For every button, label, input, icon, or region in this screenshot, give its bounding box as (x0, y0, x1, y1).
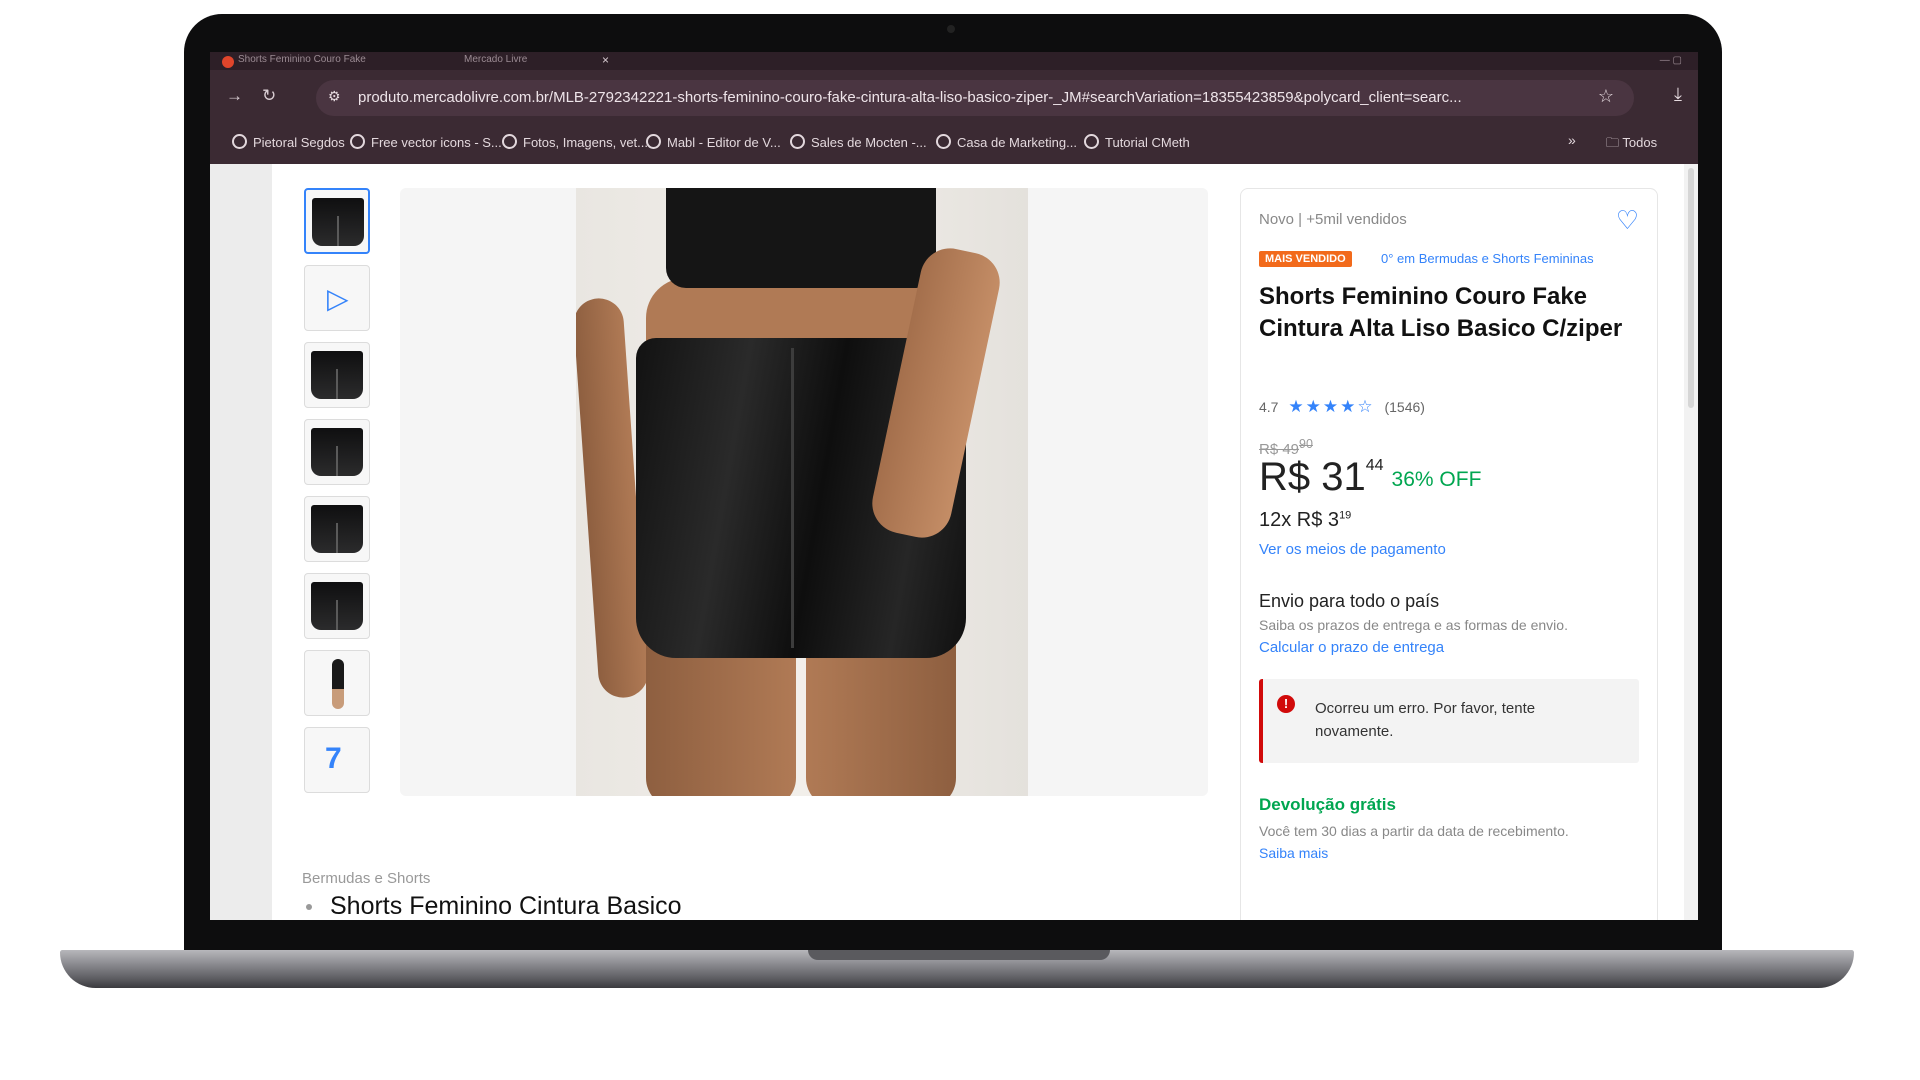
bookmark-item[interactable]: Mabl - Editor de V... (646, 134, 781, 150)
buy-box: Novo | +5mil vendidos ♡ MAIS VENDIDO 0° … (1240, 188, 1658, 920)
globe-icon (936, 134, 951, 149)
bookmark-item[interactable]: Pietoral Segdos (232, 134, 345, 150)
thumbnail-list: ▷ 7 (304, 188, 370, 804)
rating-value: 4.7 (1259, 399, 1279, 415)
close-icon[interactable]: × (602, 53, 609, 67)
play-icon: ▷ (327, 283, 349, 314)
current-price: R$ 3144 36% OFF (1259, 455, 1481, 500)
url-text[interactable]: produto.mercadolivre.com.br/MLB-27923422… (358, 89, 1538, 106)
forward-icon[interactable]: → (226, 86, 243, 106)
download-icon[interactable]: ⤓ (1674, 84, 1682, 105)
mercadolivre-favicon (222, 56, 234, 68)
site-info-icon[interactable]: ⚙ (328, 88, 341, 105)
globe-icon (790, 134, 805, 149)
calculate-shipping-link[interactable]: Calcular o prazo de entrega (1259, 639, 1444, 656)
favorite-heart-icon[interactable]: ♡ (1616, 205, 1639, 236)
bookmark-item[interactable]: Free vector icons - S... (350, 134, 502, 150)
price-main: R$ 31 (1259, 455, 1366, 499)
product-title: Shorts Feminino Couro Fake Cintura Alta … (1259, 283, 1623, 342)
free-return-subtitle: Você tem 30 dias a partir da data de rec… (1259, 823, 1569, 839)
tab-product[interactable]: Shorts Feminino Couro Fake (238, 54, 448, 70)
bookmark-label: Tutorial CMeth (1105, 135, 1190, 150)
shipping-title: Envio para todo o país (1259, 591, 1440, 611)
screen: Shorts Feminino Couro Fake Mercado Livre… (210, 52, 1698, 920)
condition-sales: Novo | +5mil vendidos (1259, 211, 1407, 228)
browser-chrome: Shorts Feminino Couro Fake Mercado Livre… (210, 52, 1698, 164)
bookmark-item[interactable]: Sales de Mocten -... (790, 134, 927, 150)
original-price-cents: 90 (1299, 437, 1313, 451)
thumbnail-5[interactable] (304, 496, 370, 562)
bookmark-star-icon[interactable]: ☆ (1598, 86, 1614, 107)
rating-count: (1546) (1384, 399, 1425, 415)
thumbnail-4[interactable] (304, 419, 370, 485)
installments: 12x R$ 319 (1259, 509, 1351, 532)
category-rank-link[interactable]: 0° em Bermudas e Shorts Femininas (1381, 251, 1594, 266)
rating-stars-icon: ★★★★☆ (1288, 397, 1375, 416)
installments-cents: 19 (1339, 509, 1352, 522)
rating-row[interactable]: 4.7 ★★★★☆ (1546) (1259, 397, 1425, 417)
nav-row: → ↻ ⚙ produto.mercadolivre.com.br/MLB-27… (210, 76, 1698, 120)
reload-icon[interactable]: ↻ (262, 86, 276, 106)
folder-label: Todos (1622, 135, 1658, 150)
thumbnail-more[interactable]: 7 (304, 727, 370, 793)
main-gallery[interactable] (400, 188, 1208, 796)
window-controls[interactable]: — ▢ (1660, 55, 1682, 66)
free-return-title: Devolução grátis (1259, 795, 1396, 814)
thumbnail-3[interactable] (304, 342, 370, 408)
page-margin (210, 164, 272, 920)
bookmark-label: Pietoral Segdos (253, 135, 345, 150)
error-icon: ! (1277, 695, 1295, 713)
video-icon (646, 134, 661, 149)
thumbnail-1[interactable] (304, 188, 370, 254)
best-seller-badge[interactable]: MAIS VENDIDO (1259, 251, 1352, 267)
error-alert: ! Ocorreu um erro. Por favor, tente nova… (1259, 679, 1639, 763)
price-cents: 44 (1365, 457, 1384, 474)
payment-methods-link[interactable]: Ver os meios de pagamento (1259, 541, 1446, 558)
tab-second[interactable]: Mercado Livre (464, 54, 594, 70)
bookmark-label: Fotos, Imagens, vet... (523, 135, 648, 150)
scrollbar-thumb[interactable] (1688, 168, 1694, 408)
discount-label: 36% OFF (1391, 468, 1482, 491)
laptop-notch (808, 950, 1110, 960)
product-photo[interactable] (576, 188, 1028, 796)
bookmarks-bar: Pietoral Segdos Free vector icons - S...… (210, 126, 1698, 158)
globe-icon (1084, 134, 1099, 149)
learn-more-link[interactable]: Saiba mais (1259, 845, 1328, 861)
globe-icon (232, 134, 247, 149)
thumbnail-7[interactable] (304, 650, 370, 716)
thumbnail-video[interactable]: ▷ (304, 265, 370, 331)
breadcrumb[interactable]: Bermudas e Shorts (302, 870, 430, 887)
bookmark-label: Sales de Mocten -... (811, 135, 927, 150)
description-title: Shorts Feminino Cintura Basico (330, 892, 682, 920)
bookmark-label: Free vector icons - S... (371, 135, 502, 150)
shipping-subtitle: Saiba os prazos de entrega e as formas d… (1259, 617, 1568, 633)
address-bar[interactable]: ⚙ produto.mercadolivre.com.br/MLB-279234… (316, 80, 1634, 116)
bookmark-item[interactable]: Fotos, Imagens, vet... (502, 134, 648, 150)
bookmark-item[interactable]: Tutorial CMeth (1084, 134, 1190, 150)
all-bookmarks-folder[interactable]: 🗀 Todos (1606, 134, 1657, 156)
thumbnail-6[interactable] (304, 573, 370, 639)
error-message: Ocorreu um erro. Por favor, tente novame… (1315, 700, 1536, 740)
camera (947, 25, 955, 33)
installments-main: 12x R$ 3 (1259, 509, 1340, 531)
bookmark-label: Casa de Marketing... (957, 135, 1077, 150)
globe-icon (502, 134, 517, 149)
product-page: ▷ 7 Bermudas e Shorts Shorts Feminino Ci… (210, 164, 1698, 920)
scrollbar-track[interactable] (1684, 164, 1698, 920)
bookmarks-overflow-icon[interactable]: » (1568, 132, 1576, 148)
bullet (306, 904, 312, 910)
bookmark-label: Mabl - Editor de V... (667, 135, 781, 150)
more-photos-icon: 7 (325, 742, 342, 775)
tab-strip: Shorts Feminino Couro Fake Mercado Livre… (210, 52, 1698, 70)
globe-icon (350, 134, 365, 149)
bookmark-item[interactable]: Casa de Marketing... (936, 134, 1077, 150)
